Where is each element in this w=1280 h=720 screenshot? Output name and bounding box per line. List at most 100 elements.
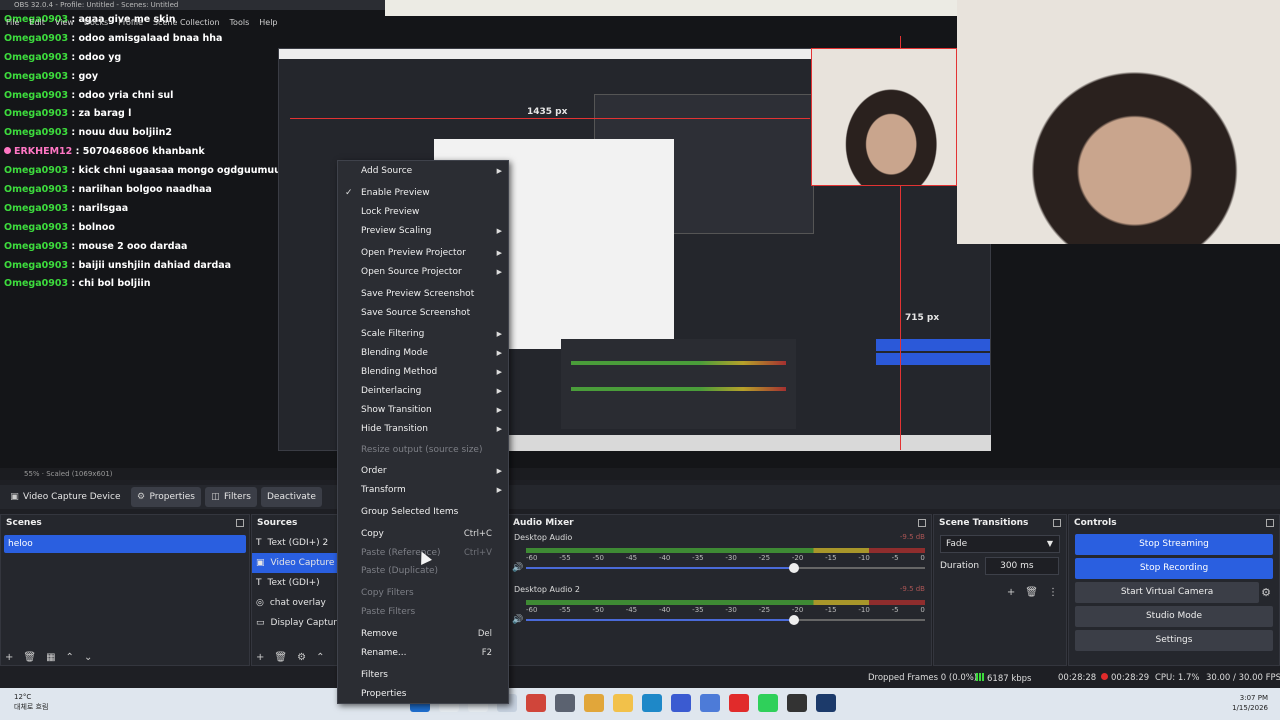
context-item-blending-method[interactable]: Blending Method ▶ (338, 363, 508, 381)
chat-separator: : (68, 89, 79, 101)
chat-username: Omega0903 (4, 108, 69, 120)
chat-text: mouse 2 ooo dardaa (78, 240, 188, 252)
fps: 30.00 / 30.00 FPS (1206, 673, 1280, 683)
filters-button[interactable]: ◫ Filters (205, 487, 257, 507)
context-item-label: Enable Preview (361, 188, 430, 198)
folder-icon[interactable] (613, 694, 633, 712)
obs-icon[interactable] (787, 694, 807, 712)
chrome-icon[interactable] (584, 694, 604, 712)
captured-window-strip (385, 0, 957, 16)
webcam-feed (957, 0, 1280, 244)
remove-source-icon[interactable]: 🗑 (274, 652, 287, 663)
scene-transitions-dock: Scene Transitions Fade ▼ Duration 300 ms… (933, 514, 1067, 666)
context-item-order[interactable]: Order ▶ (338, 462, 508, 480)
more-icon[interactable]: ⋮ (1048, 587, 1058, 598)
speaker-icon[interactable]: 🔊 (512, 615, 523, 625)
context-item-lock-preview[interactable]: Lock Preview (338, 203, 508, 221)
volume-handle[interactable] (789, 563, 800, 573)
float-dock-icon[interactable] (1266, 519, 1274, 527)
app-icon[interactable] (526, 694, 546, 712)
context-item-rename[interactable]: Rename... F2 (338, 644, 508, 662)
menu-file[interactable]: File (6, 17, 19, 29)
context-item-filters[interactable]: Filters (338, 666, 508, 684)
taskview-icon[interactable] (555, 694, 575, 712)
source-properties-icon[interactable]: ⚙ (297, 652, 306, 663)
add-icon[interactable]: + (5, 652, 13, 663)
duration-input[interactable]: 300 ms (985, 557, 1060, 575)
duration-label: Duration (940, 561, 980, 571)
context-item-copy[interactable]: Copy Ctrl+C (338, 525, 508, 543)
context-item-save-preview-screenshot[interactable]: Save Preview Screenshot (338, 285, 508, 303)
context-item-properties[interactable]: Properties (338, 685, 508, 703)
kick-icon[interactable] (758, 694, 778, 712)
app-icon[interactable] (700, 694, 720, 712)
context-item-transform[interactable]: Transform ▶ (338, 481, 508, 499)
youtube-icon[interactable] (729, 694, 749, 712)
scene-item[interactable]: heloo (4, 535, 246, 553)
context-item-remove[interactable]: Remove Del (338, 625, 508, 643)
start-virtual-camera-button[interactable]: Start Virtual Camera (1075, 582, 1260, 603)
move-up-icon[interactable]: ⌃ (66, 652, 74, 663)
weather-desc: 대체로 흐림 (14, 703, 49, 711)
context-item-show-transition[interactable]: Show Transition ▶ (338, 401, 508, 419)
float-dock-icon[interactable] (918, 519, 926, 527)
context-item-add-source[interactable]: Add Source ▶ (338, 162, 508, 180)
add-icon[interactable]: + (1007, 587, 1015, 598)
context-item-preview-scaling[interactable]: Preview Scaling ▶ (338, 222, 508, 240)
chat-message: Omega0903 : odoo amisgalaad bnaa hha (0, 29, 290, 48)
preview-canvas[interactable]: Omega0903 : agaa give me skin Omega0903 :… (0, 0, 1280, 468)
store-icon[interactable] (671, 694, 691, 712)
menu-view[interactable]: View (55, 17, 74, 29)
context-item-enable-preview[interactable]: ✓ Enable Preview (338, 184, 508, 202)
context-item-deinterlacing[interactable]: Deinterlacing ▶ (338, 382, 508, 400)
weather-widget[interactable]: 12°C 대체로 흐림 (14, 692, 48, 712)
mixer-channels: Desktop Audio -9.5 dB -60 -55 -50 -45 -40 -35 -3… (508, 531, 931, 635)
volume-slider[interactable] (526, 563, 925, 573)
scene-filters-icon[interactable]: ▦ (46, 652, 55, 663)
menu-scene-collection[interactable]: Scene Collection (153, 17, 220, 29)
add-source-icon[interactable]: + (256, 652, 264, 663)
context-item-blending-mode[interactable]: Blending Mode ▶ (338, 344, 508, 362)
zoom-status[interactable]: 55% · Scaled (1069x601) (0, 468, 1280, 480)
volume-handle[interactable] (789, 615, 800, 625)
context-item-open-preview-projector[interactable]: Open Preview Projector ▶ (338, 244, 508, 262)
context-item-label: Transform (361, 485, 406, 495)
menu-tools[interactable]: Tools (230, 17, 250, 29)
channel-name: Desktop Audio 2 (514, 585, 580, 594)
speaker-icon[interactable]: 🔊 (512, 563, 523, 573)
stop-recording-button[interactable]: Stop Recording (1075, 558, 1273, 579)
context-item-scale-filtering[interactable]: Scale Filtering ▶ (338, 325, 508, 343)
gear-icon[interactable]: ⚙ (1261, 586, 1271, 599)
chat-separator: : (68, 259, 79, 271)
menu-docks[interactable]: Docks (84, 17, 108, 29)
deactivate-button[interactable]: Deactivate (260, 487, 322, 507)
settings-button[interactable]: Settings (1075, 630, 1273, 651)
chat-username: Omega0903 (4, 70, 69, 82)
context-item-group-selected-items[interactable]: Group Selected Items (338, 503, 508, 521)
transition-select[interactable]: Fade ▼ (940, 535, 1060, 553)
context-item-hide-transition[interactable]: Hide Transition ▶ (338, 420, 508, 438)
stop-streaming-button[interactable]: Stop Streaming (1075, 534, 1273, 555)
context-item-open-source-projector[interactable]: Open Source Projector ▶ (338, 263, 508, 281)
trash-icon[interactable]: 🗑 (1025, 587, 1038, 598)
float-dock-icon[interactable] (236, 519, 244, 527)
source-name: Video Capture D (270, 558, 345, 568)
move-up-icon[interactable]: ⌃ (316, 652, 324, 663)
context-item-save-source-screenshot[interactable]: Save Source Screenshot (338, 304, 508, 322)
volume-slider[interactable] (526, 615, 925, 625)
trash-icon[interactable]: 🗑 (23, 652, 36, 663)
properties-label: Properties (149, 492, 195, 502)
menu-edit[interactable]: Edit (29, 17, 45, 29)
studio-mode-button[interactable]: Studio Mode (1075, 606, 1273, 627)
float-dock-icon[interactable] (1053, 519, 1061, 527)
menu-help[interactable]: Help (259, 17, 277, 29)
meter-tick: 0 (920, 606, 925, 614)
chat-username: Omega0903 (4, 51, 69, 63)
properties-button[interactable]: ⚙ Properties (130, 487, 201, 507)
steam-icon[interactable] (816, 694, 836, 712)
edge-icon[interactable] (642, 694, 662, 712)
menu-profile[interactable]: Profile (118, 17, 143, 29)
context-item-label: Show Transition (361, 405, 432, 415)
move-down-icon[interactable]: ⌄ (84, 652, 92, 663)
clock[interactable]: 3:07 PM 1/15/2026 (1232, 693, 1268, 713)
